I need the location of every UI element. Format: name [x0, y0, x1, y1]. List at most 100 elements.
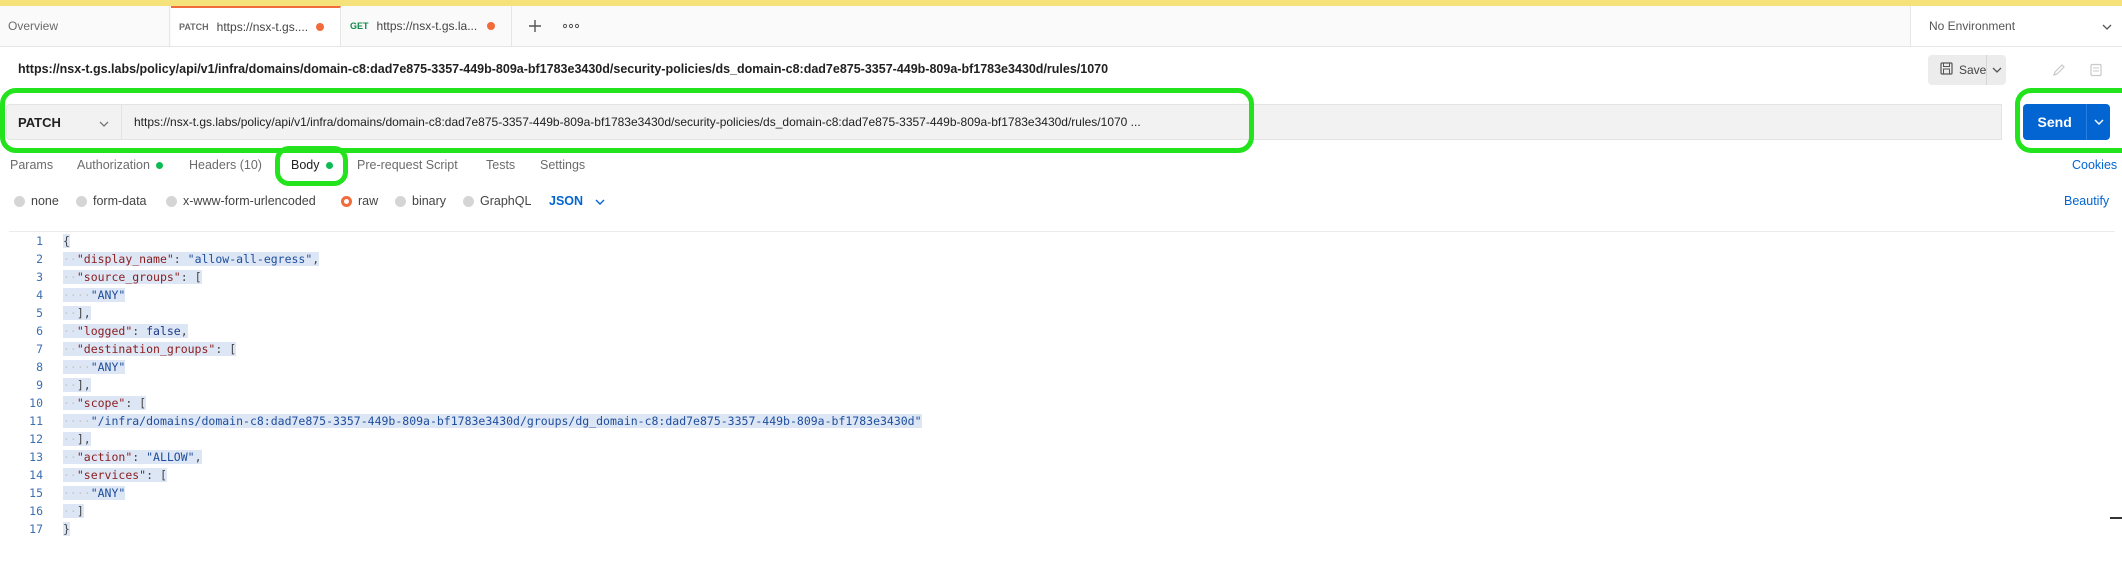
line-number: 11: [29, 414, 43, 428]
radio-none[interactable]: none: [14, 194, 59, 208]
line-number: 7: [36, 342, 43, 356]
code-text: ····"ANY": [63, 288, 126, 302]
tab-title: https://nsx-t.gs....: [216, 20, 309, 34]
code-text: }: [63, 522, 70, 536]
status-dot-icon: [325, 161, 333, 169]
request-bar: PATCH https://nsx-t.gs.labs/policy/api/v…: [0, 102, 2122, 142]
tab-method-badge: PATCH: [179, 22, 209, 32]
radio-icon: [463, 195, 474, 207]
radio-selected-icon: [341, 195, 352, 207]
code-text: ··"display_name": "allow-all-egress",: [63, 252, 320, 266]
tab-tests-label: Tests: [486, 158, 516, 172]
radio-form-data[interactable]: form-data: [76, 194, 147, 208]
radio-icon: [395, 195, 406, 207]
tab-settings[interactable]: Settings: [540, 158, 585, 172]
code-text: {: [63, 234, 70, 248]
line-number: 15: [29, 486, 43, 500]
documentation-icon[interactable]: [2084, 58, 2108, 82]
new-tab-icon[interactable]: [521, 12, 549, 40]
method-label: PATCH: [18, 114, 61, 130]
code-text: ····"ANY": [63, 486, 126, 500]
radio-icon: [76, 195, 87, 207]
tab-strip: Overview PATCH https://nsx-t.gs.... GET …: [0, 6, 2122, 47]
code-text: ··],: [63, 306, 91, 320]
environment-label: No Environment: [1929, 19, 2016, 33]
code-text: ··],: [63, 432, 91, 446]
tab-headers-label: Headers (10): [189, 158, 262, 172]
tab-headers[interactable]: Headers (10): [189, 158, 262, 172]
send-button[interactable]: Send: [2023, 104, 2110, 140]
tab-method-badge: GET: [350, 21, 369, 31]
save-label: Save: [1959, 63, 1987, 77]
line-number: 12: [29, 432, 43, 446]
edit-icon[interactable]: [2047, 58, 2071, 82]
beautify-link[interactable]: Beautify: [2064, 194, 2109, 208]
radio-raw-label: raw: [358, 194, 379, 208]
method-select[interactable]: PATCH: [6, 104, 122, 140]
tab-prerequest-label: Pre-request Script: [357, 158, 458, 172]
format-select[interactable]: JSON: [549, 194, 605, 208]
code-text: ··"services": [: [63, 468, 167, 482]
code-text: ··"destination_groups": [: [63, 342, 237, 356]
line-number: 3: [36, 270, 43, 284]
save-button[interactable]: Save: [1928, 55, 2006, 85]
environment-selector[interactable]: No Environment: [1910, 6, 2122, 46]
tab-authorization[interactable]: Authorization: [77, 158, 163, 172]
body-type-options: none form-data x-www-form-urlencoded raw…: [0, 190, 2122, 216]
cookies-link[interactable]: Cookies: [2072, 158, 2117, 172]
chevron-down-icon[interactable]: [2087, 119, 2110, 125]
scrollbar-marker: [2110, 517, 2122, 519]
radio-urlencoded-label: x-www-form-urlencoded: [183, 194, 316, 208]
url-text: https://nsx-t.gs.labs/policy/api/v1/infr…: [134, 115, 1141, 129]
tab-title: https://nsx-t.gs.la...: [376, 19, 478, 33]
code-text: ··"scope": [: [63, 396, 147, 410]
radio-icon: [14, 195, 25, 207]
radio-raw[interactable]: raw: [341, 194, 378, 208]
radio-form-data-label: form-data: [93, 194, 147, 208]
save-icon: [1940, 62, 1953, 78]
unsaved-dot-icon: [487, 22, 495, 30]
code-editor[interactable]: 1 {2 ··"display_name": "allow-all-egress",…: [9, 231, 2115, 562]
more-tabs-icon[interactable]: [557, 12, 585, 40]
code-text: ··]: [63, 504, 84, 518]
tab-authorization-label: Authorization: [77, 158, 150, 172]
code-text: ··"source_groups": [: [63, 270, 202, 284]
radio-graphql-label: GraphQL: [480, 194, 532, 208]
tab-settings-label: Settings: [540, 158, 586, 172]
radio-icon: [166, 195, 177, 207]
chevron-down-icon[interactable]: [1987, 55, 2006, 85]
tab-tests[interactable]: Tests: [486, 158, 515, 172]
chevron-down-icon: [99, 115, 109, 130]
status-dot-icon: [155, 161, 163, 169]
line-number: 6: [36, 324, 43, 338]
active-tab-underline: [289, 183, 340, 185]
tab-request-patch[interactable]: PATCH https://nsx-t.gs....: [171, 6, 341, 46]
tab-overview[interactable]: Overview: [0, 6, 170, 46]
tab-body[interactable]: Body: [291, 158, 333, 172]
chevron-down-icon: [2102, 19, 2112, 33]
request-title[interactable]: https://nsx-t.gs.labs/policy/api/v1/infr…: [18, 62, 1108, 76]
tab-params-label: Params: [10, 158, 54, 172]
line-number: 14: [29, 468, 43, 482]
request-tabs: Params Authorization Headers (10) Body P…: [0, 154, 2122, 185]
url-input[interactable]: https://nsx-t.gs.labs/policy/api/v1/infr…: [122, 104, 2002, 140]
line-number: 9: [36, 378, 43, 392]
radio-urlencoded[interactable]: x-www-form-urlencoded: [166, 194, 316, 208]
code-text: ··],: [63, 378, 91, 392]
code-text: ····"/infra/domains/domain-c8:dad7e875-3…: [63, 414, 922, 428]
line-number: 13: [29, 450, 43, 464]
send-label: Send: [2023, 104, 2088, 140]
line-number: 1: [36, 234, 43, 248]
code-text: ····"ANY": [63, 360, 126, 374]
tab-params[interactable]: Params: [10, 158, 53, 172]
tab-request-get[interactable]: GET https://nsx-t.gs.la...: [342, 6, 512, 46]
code-text: ··"logged": false,: [63, 324, 188, 338]
tab-prerequest-script[interactable]: Pre-request Script: [357, 158, 458, 172]
tab-body-label: Body: [291, 158, 320, 172]
line-number: 16: [29, 504, 43, 518]
radio-graphql[interactable]: GraphQL: [463, 194, 531, 208]
line-number: 17: [29, 522, 43, 536]
radio-binary[interactable]: binary: [395, 194, 446, 208]
line-number: 4: [36, 288, 43, 302]
format-label: JSON: [549, 194, 584, 208]
